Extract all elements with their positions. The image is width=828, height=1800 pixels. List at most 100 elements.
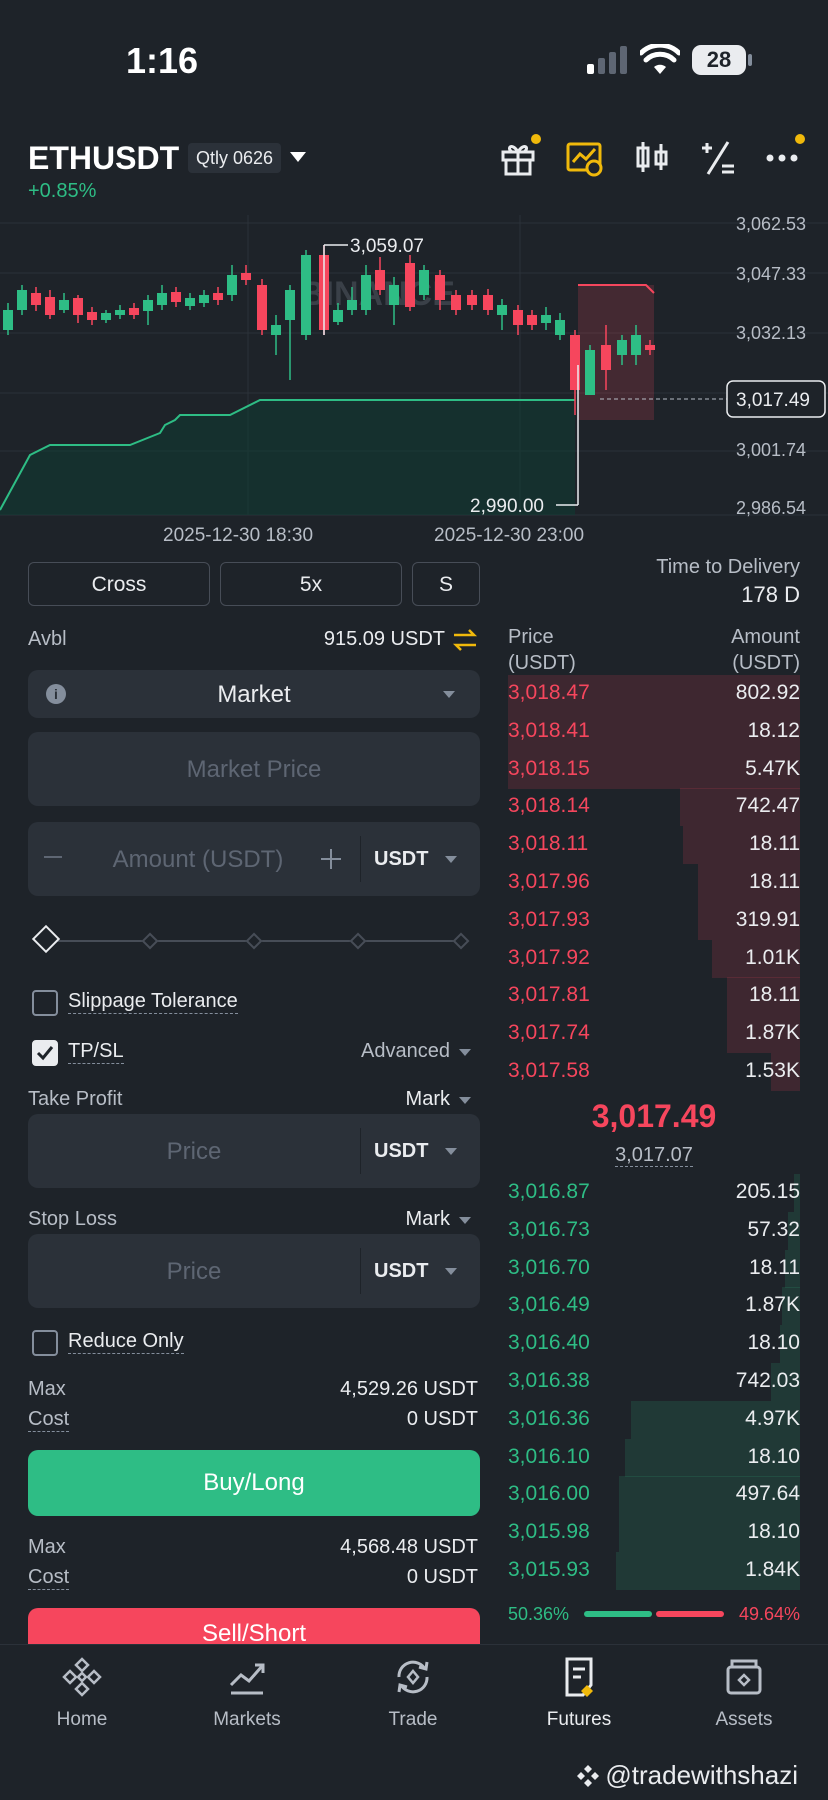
candle-body [241, 273, 251, 280]
ob-price: 3,016.10 [508, 1444, 590, 1468]
slippage-checkbox[interactable] [32, 990, 58, 1016]
nav-futures[interactable]: Futures [524, 1655, 634, 1731]
take-profit-field[interactable]: Price USDT [28, 1114, 480, 1188]
binance-logo-icon [62, 1657, 102, 1697]
contract-badge[interactable]: Qtly 0626 [188, 143, 282, 173]
checkmark-icon [36, 1046, 54, 1061]
amount-unit[interactable]: USDT [374, 848, 428, 871]
candle-body [389, 285, 399, 305]
ask-row[interactable]: 3,018.14 742.47 [508, 788, 800, 827]
nav-assets[interactable]: Assets [689, 1655, 799, 1731]
gift-icon[interactable] [498, 138, 538, 178]
symbol-dropdown-icon[interactable] [288, 150, 308, 164]
sell-cost-value: 0 USDT [406, 1566, 478, 1588]
plus-icon[interactable] [320, 848, 342, 870]
ask-row[interactable]: 3,017.74 1.87K [508, 1015, 800, 1054]
chart-trend-icon [229, 1663, 265, 1695]
bid-row[interactable]: 3,016.38 742.03 [508, 1363, 800, 1401]
bid-row[interactable]: 3,016.49 1.87K [508, 1287, 800, 1326]
slider-step[interactable] [349, 932, 367, 950]
candle-body [227, 275, 237, 295]
candle-body [513, 310, 523, 325]
reduce-only-label[interactable]: Reduce Only [68, 1330, 184, 1354]
mark-price[interactable]: 3,017.07 [615, 1144, 693, 1167]
tpsl-label[interactable]: TP/SL [68, 1040, 124, 1064]
ask-row[interactable]: 3,018.15 5.47K [508, 750, 800, 789]
symbol-title[interactable]: ETHUSDT [28, 140, 179, 177]
tpsl-checkbox[interactable] [32, 1040, 58, 1066]
nav-markets[interactable]: Markets [192, 1655, 302, 1731]
ob-amount: 18.11 [749, 870, 800, 893]
cellular-signal-icon [587, 46, 627, 74]
bid-row[interactable]: 3,016.36 4.97K [508, 1400, 800, 1439]
bid-row[interactable]: 3,016.10 18.10 [508, 1438, 800, 1477]
candle-body [301, 255, 311, 335]
gift-notification-dot [531, 134, 541, 144]
buy-long-button[interactable]: Buy/Long [28, 1450, 480, 1516]
slippage-label[interactable]: Slippage Tolerance [68, 990, 238, 1014]
candle-body [585, 350, 595, 395]
ask-row[interactable]: 3,017.93 319.91 [508, 901, 800, 940]
slider-step[interactable] [245, 932, 263, 950]
order-type-select[interactable]: i Market [28, 670, 480, 718]
nav-label: Trade [388, 1709, 438, 1730]
avbl-value: 915.09 USDT [323, 628, 445, 650]
y-axis-label: 3,032.13 [736, 323, 806, 343]
price-field[interactable]: Market Price [28, 732, 480, 806]
ask-row[interactable]: 3,018.11 18.11 [508, 826, 800, 865]
ask-row[interactable]: 3,018.41 18.12 [508, 712, 800, 751]
price-chart[interactable]: BINANCE 3,059.07 2,990.00 3,062.53 3,047… [0, 215, 828, 520]
slider-step[interactable] [141, 932, 159, 950]
ob-price: 3,016.00 [508, 1482, 590, 1506]
ob-amount: 1.87K [745, 1021, 800, 1045]
sl-trigger-select[interactable]: Mark [380, 1208, 450, 1231]
ob-price: 3,018.47 [508, 681, 590, 704]
ask-row[interactable]: 3,018.47 802.92 [508, 675, 800, 713]
ask-row[interactable]: 3,017.81 18.11 [508, 977, 800, 1016]
bid-row[interactable]: 3,015.98 18.10 [508, 1514, 800, 1553]
ob-amount: 18.12 [747, 718, 800, 742]
ask-row[interactable]: 3,017.92 1.01K [508, 939, 800, 978]
bid-row[interactable]: 3,016.00 497.64 [508, 1476, 800, 1515]
candle-body [17, 290, 27, 310]
candle-body [347, 300, 357, 310]
bid-row[interactable]: 3,016.87 205.15 [508, 1174, 800, 1212]
chevron-down-icon [459, 1049, 471, 1056]
nav-trade[interactable]: Trade [358, 1655, 468, 1731]
advanced-toggle[interactable]: Advanced [330, 1040, 450, 1063]
take-profit-label: Take Profit [28, 1088, 123, 1110]
bid-row[interactable]: 3,015.93 1.84K [508, 1552, 800, 1590]
leverage-button[interactable]: 5x [220, 562, 402, 606]
bid-row[interactable]: 3,016.73 57.32 [508, 1211, 800, 1250]
candlestick-icon[interactable] [632, 138, 672, 178]
slider-step[interactable] [452, 932, 470, 950]
more-icon[interactable] [762, 138, 802, 178]
chart-alert-icon[interactable] [565, 138, 605, 178]
chevron-down-icon [445, 1148, 457, 1155]
last-price[interactable]: 3,017.49 [508, 1098, 800, 1135]
reduce-only-checkbox[interactable] [32, 1330, 58, 1356]
slider-handle[interactable] [31, 924, 61, 954]
bid-row[interactable]: 3,016.70 18.11 [508, 1249, 800, 1288]
ob-price: 3,017.93 [508, 907, 590, 931]
ask-row[interactable]: 3,017.96 18.11 [508, 864, 800, 902]
stop-loss-field[interactable]: Price USDT [28, 1234, 480, 1308]
tp-trigger-select[interactable]: Mark [380, 1088, 450, 1111]
ask-row[interactable]: 3,017.58 1.53K [508, 1053, 800, 1091]
calculator-icon[interactable] [698, 138, 738, 178]
transfer-icon[interactable] [452, 628, 478, 652]
sl-unit[interactable]: USDT [374, 1260, 428, 1283]
minus-icon[interactable] [44, 856, 62, 858]
nav-home[interactable]: Home [27, 1655, 137, 1731]
ob-amount: 57.32 [747, 1217, 800, 1241]
amount-field[interactable]: Amount (USDT) USDT [28, 822, 480, 896]
bid-row[interactable]: 3,016.40 18.10 [508, 1325, 800, 1364]
ob-amount: 742.03 [735, 1369, 800, 1392]
battery-level: 28 [706, 47, 732, 72]
ob-price: 3,017.96 [508, 870, 590, 893]
bid-ratio: 50.36% [508, 1604, 570, 1624]
margin-mode-button[interactable]: Cross [28, 562, 210, 606]
candle-body [419, 270, 429, 295]
tp-unit[interactable]: USDT [374, 1140, 428, 1163]
position-mode-button[interactable]: S [412, 562, 480, 606]
